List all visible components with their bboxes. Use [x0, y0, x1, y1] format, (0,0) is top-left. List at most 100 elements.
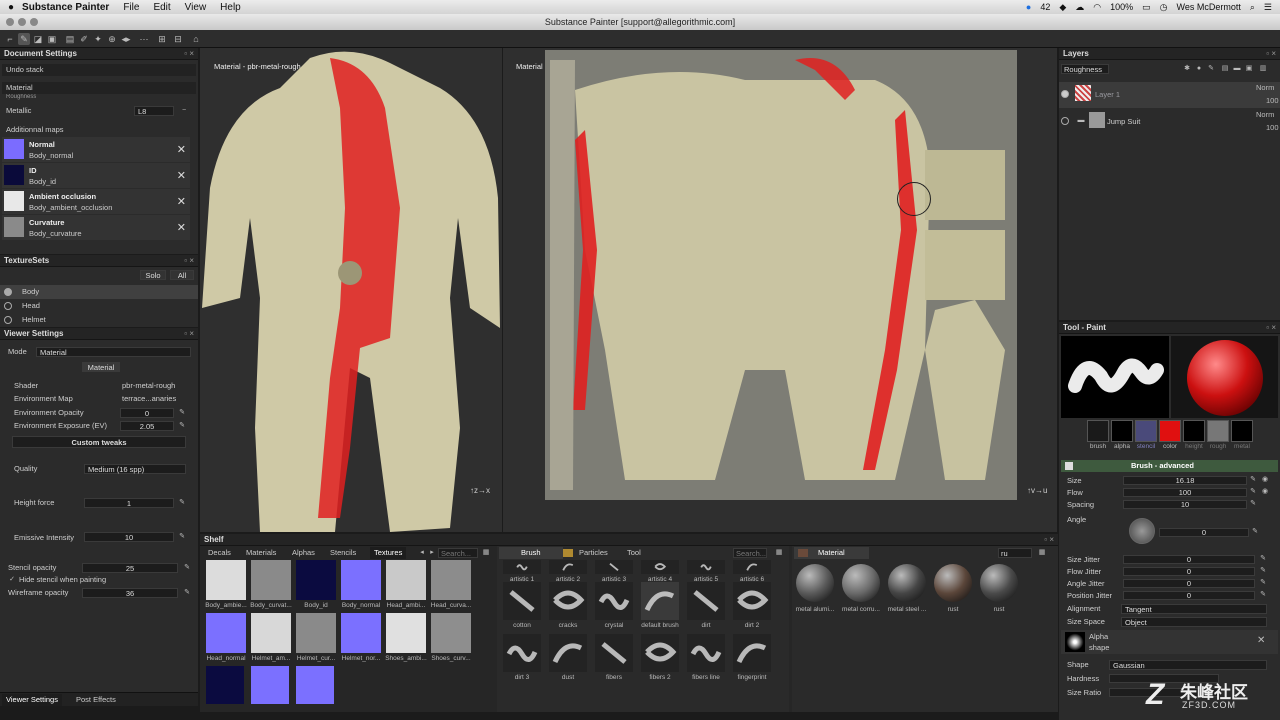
shader-value[interactable]: pbr-metal-rough: [122, 380, 175, 392]
minimize-window-button[interactable]: [18, 18, 26, 26]
checkbox-checked-icon[interactable]: ✓: [8, 576, 16, 584]
panel-close-icon[interactable]: ▫ ×: [184, 328, 194, 340]
textureset-row-head[interactable]: Head: [0, 299, 198, 313]
menu-help[interactable]: Help: [220, 2, 241, 13]
tab-tool[interactable]: Tool: [623, 547, 645, 559]
brush-preset-thumbnail[interactable]: [595, 582, 633, 620]
map-item-id[interactable]: ID Body_id ✕: [2, 163, 190, 188]
channel-select[interactable]: Roughness: [1061, 64, 1109, 74]
symmetry-icon[interactable]: ◂▸: [120, 33, 132, 45]
brush-preset-thumbnail[interactable]: [687, 560, 725, 574]
position-jitter-slider[interactable]: 0: [1123, 591, 1255, 600]
material-section-header[interactable]: Material: [2, 82, 196, 94]
brush-preset-thumbnail[interactable]: [503, 582, 541, 620]
panel-close-icon[interactable]: ▫ ×: [1266, 322, 1276, 334]
visibility-toggle-icon[interactable]: [1061, 90, 1069, 98]
tab-stencils[interactable]: Stencils: [326, 547, 360, 559]
layer-name[interactable]: Layer 1: [1095, 89, 1120, 101]
brush-preset-thumbnail[interactable]: [733, 560, 771, 574]
texture-thumbnail[interactable]: [431, 560, 471, 600]
panel-close-icon[interactable]: ▫ ×: [1044, 534, 1054, 546]
environment-map-value[interactable]: terrace...anaries: [122, 393, 176, 405]
camera-icon[interactable]: ⌂: [190, 33, 202, 45]
texture-thumbnail[interactable]: [296, 666, 334, 704]
brush-search-input[interactable]: Search...: [733, 548, 767, 558]
edit-pen-icon[interactable]: ✎: [178, 409, 186, 417]
select-tool-icon[interactable]: ⌐: [4, 33, 16, 45]
eraser-icon[interactable]: ◪: [32, 33, 44, 45]
wifi-icon[interactable]: ◠: [1093, 2, 1101, 13]
texture-thumbnail[interactable]: [296, 560, 336, 600]
texture-thumbnail[interactable]: [206, 666, 244, 704]
size-jitter-slider[interactable]: 0: [1123, 555, 1255, 564]
panel-close-icon[interactable]: ▫ ×: [184, 48, 194, 60]
environment-opacity-field[interactable]: 0: [120, 408, 174, 418]
alignment-select[interactable]: Tangent: [1121, 604, 1267, 614]
radio-unselected[interactable]: [4, 302, 12, 310]
layer-blend-mode[interactable]: Norm: [1256, 109, 1274, 121]
quality-select[interactable]: Medium (16 spp): [84, 464, 186, 474]
texture-thumbnail[interactable]: [206, 560, 246, 600]
tab-scroll-left-icon[interactable]: ◂: [418, 549, 426, 557]
emissive-intensity-field[interactable]: 10: [84, 532, 174, 542]
brush-preset-thumbnail[interactable]: [641, 634, 679, 672]
material-tab-button[interactable]: Material: [82, 362, 120, 372]
clone-icon[interactable]: ✦: [92, 33, 104, 45]
angle-dial[interactable]: [1129, 518, 1155, 544]
texture-thumbnail[interactable]: [251, 560, 291, 600]
material-preset-thumbnail[interactable]: [888, 564, 926, 602]
environment-exposure-field[interactable]: 2.05: [120, 421, 174, 431]
channel-swatch-alpha[interactable]: [1111, 420, 1133, 442]
textures-search-input[interactable]: Search...: [438, 548, 478, 558]
metallic-format-select[interactable]: L8: [134, 106, 174, 116]
edit-pen-icon[interactable]: ✎: [1249, 500, 1257, 508]
solo-button[interactable]: Solo: [140, 270, 166, 280]
picker-icon[interactable]: ⊕: [106, 33, 118, 45]
brush-preset-thumbnail[interactable]: [595, 560, 633, 574]
pressure-icon[interactable]: ◉: [1261, 476, 1269, 484]
brush-preset-thumbnail[interactable]: [503, 560, 541, 574]
zoom-window-button[interactable]: [30, 18, 38, 26]
edit-pen-icon[interactable]: ✎: [1259, 555, 1267, 563]
edit-pen-icon[interactable]: ✎: [1249, 488, 1257, 496]
brush-preset-thumbnail[interactable]: [595, 634, 633, 672]
menu-view[interactable]: View: [185, 2, 207, 13]
brush-preset-thumbnail[interactable]: [687, 582, 725, 620]
brush-advanced-header[interactable]: Brush - advanced: [1061, 460, 1278, 472]
smudge-icon[interactable]: ✐: [78, 33, 90, 45]
viewport-2d[interactable]: Material - pbr-metal-rough ↑v→u: [503, 48, 1057, 532]
tab-alphas[interactable]: Alphas: [288, 547, 319, 559]
add-effect-icon[interactable]: ✱: [1183, 65, 1191, 73]
undo-stack-row[interactable]: Undo stack: [2, 64, 196, 76]
pressure-icon[interactable]: ◉: [1261, 488, 1269, 496]
channel-swatch-brush[interactable]: [1087, 420, 1109, 442]
channel-swatch-metal[interactable]: [1231, 420, 1253, 442]
paint-layer-icon[interactable]: ✎: [1207, 65, 1215, 73]
radio-selected[interactable]: [4, 288, 12, 296]
brush-preset-thumbnail[interactable]: [641, 582, 679, 620]
remove-map-icon[interactable]: ✕: [177, 221, 186, 234]
brush-preset-thumbnail[interactable]: [687, 634, 725, 672]
size-slider[interactable]: 16.18: [1123, 476, 1247, 485]
texture-thumbnail[interactable]: [386, 613, 426, 653]
duplicate-icon[interactable]: ▣: [1245, 65, 1253, 73]
edit-pen-icon[interactable]: ✎: [183, 589, 191, 597]
uv-texture-sheet[interactable]: [545, 50, 1017, 500]
notification-icon[interactable]: ●: [1026, 2, 1031, 12]
textureset-row-body[interactable]: Body: [0, 285, 198, 299]
apple-icon[interactable]: ●: [8, 2, 14, 13]
channel-swatch-rough[interactable]: [1207, 420, 1229, 442]
tab-textures[interactable]: Textures: [370, 547, 407, 559]
edit-pen-icon[interactable]: ✎: [178, 499, 186, 507]
edit-pen-icon[interactable]: ✎: [178, 422, 186, 430]
visibility-toggle-icon[interactable]: [1061, 117, 1069, 125]
layer-row-jump-suit[interactable]: ▬ Jump Suit Norm 100: [1059, 109, 1280, 135]
texture-thumbnail[interactable]: [251, 613, 291, 653]
list-icon[interactable]: ☰: [1264, 2, 1272, 13]
height-force-field[interactable]: 1: [84, 498, 174, 508]
brush-preview[interactable]: [1061, 336, 1169, 418]
remove-map-icon[interactable]: ✕: [177, 169, 186, 182]
alpha-slot[interactable]: Alpha shape ✕: [1061, 630, 1278, 654]
edit-pen-icon[interactable]: ✎: [1259, 579, 1267, 587]
shape-select[interactable]: Gaussian: [1109, 660, 1267, 670]
